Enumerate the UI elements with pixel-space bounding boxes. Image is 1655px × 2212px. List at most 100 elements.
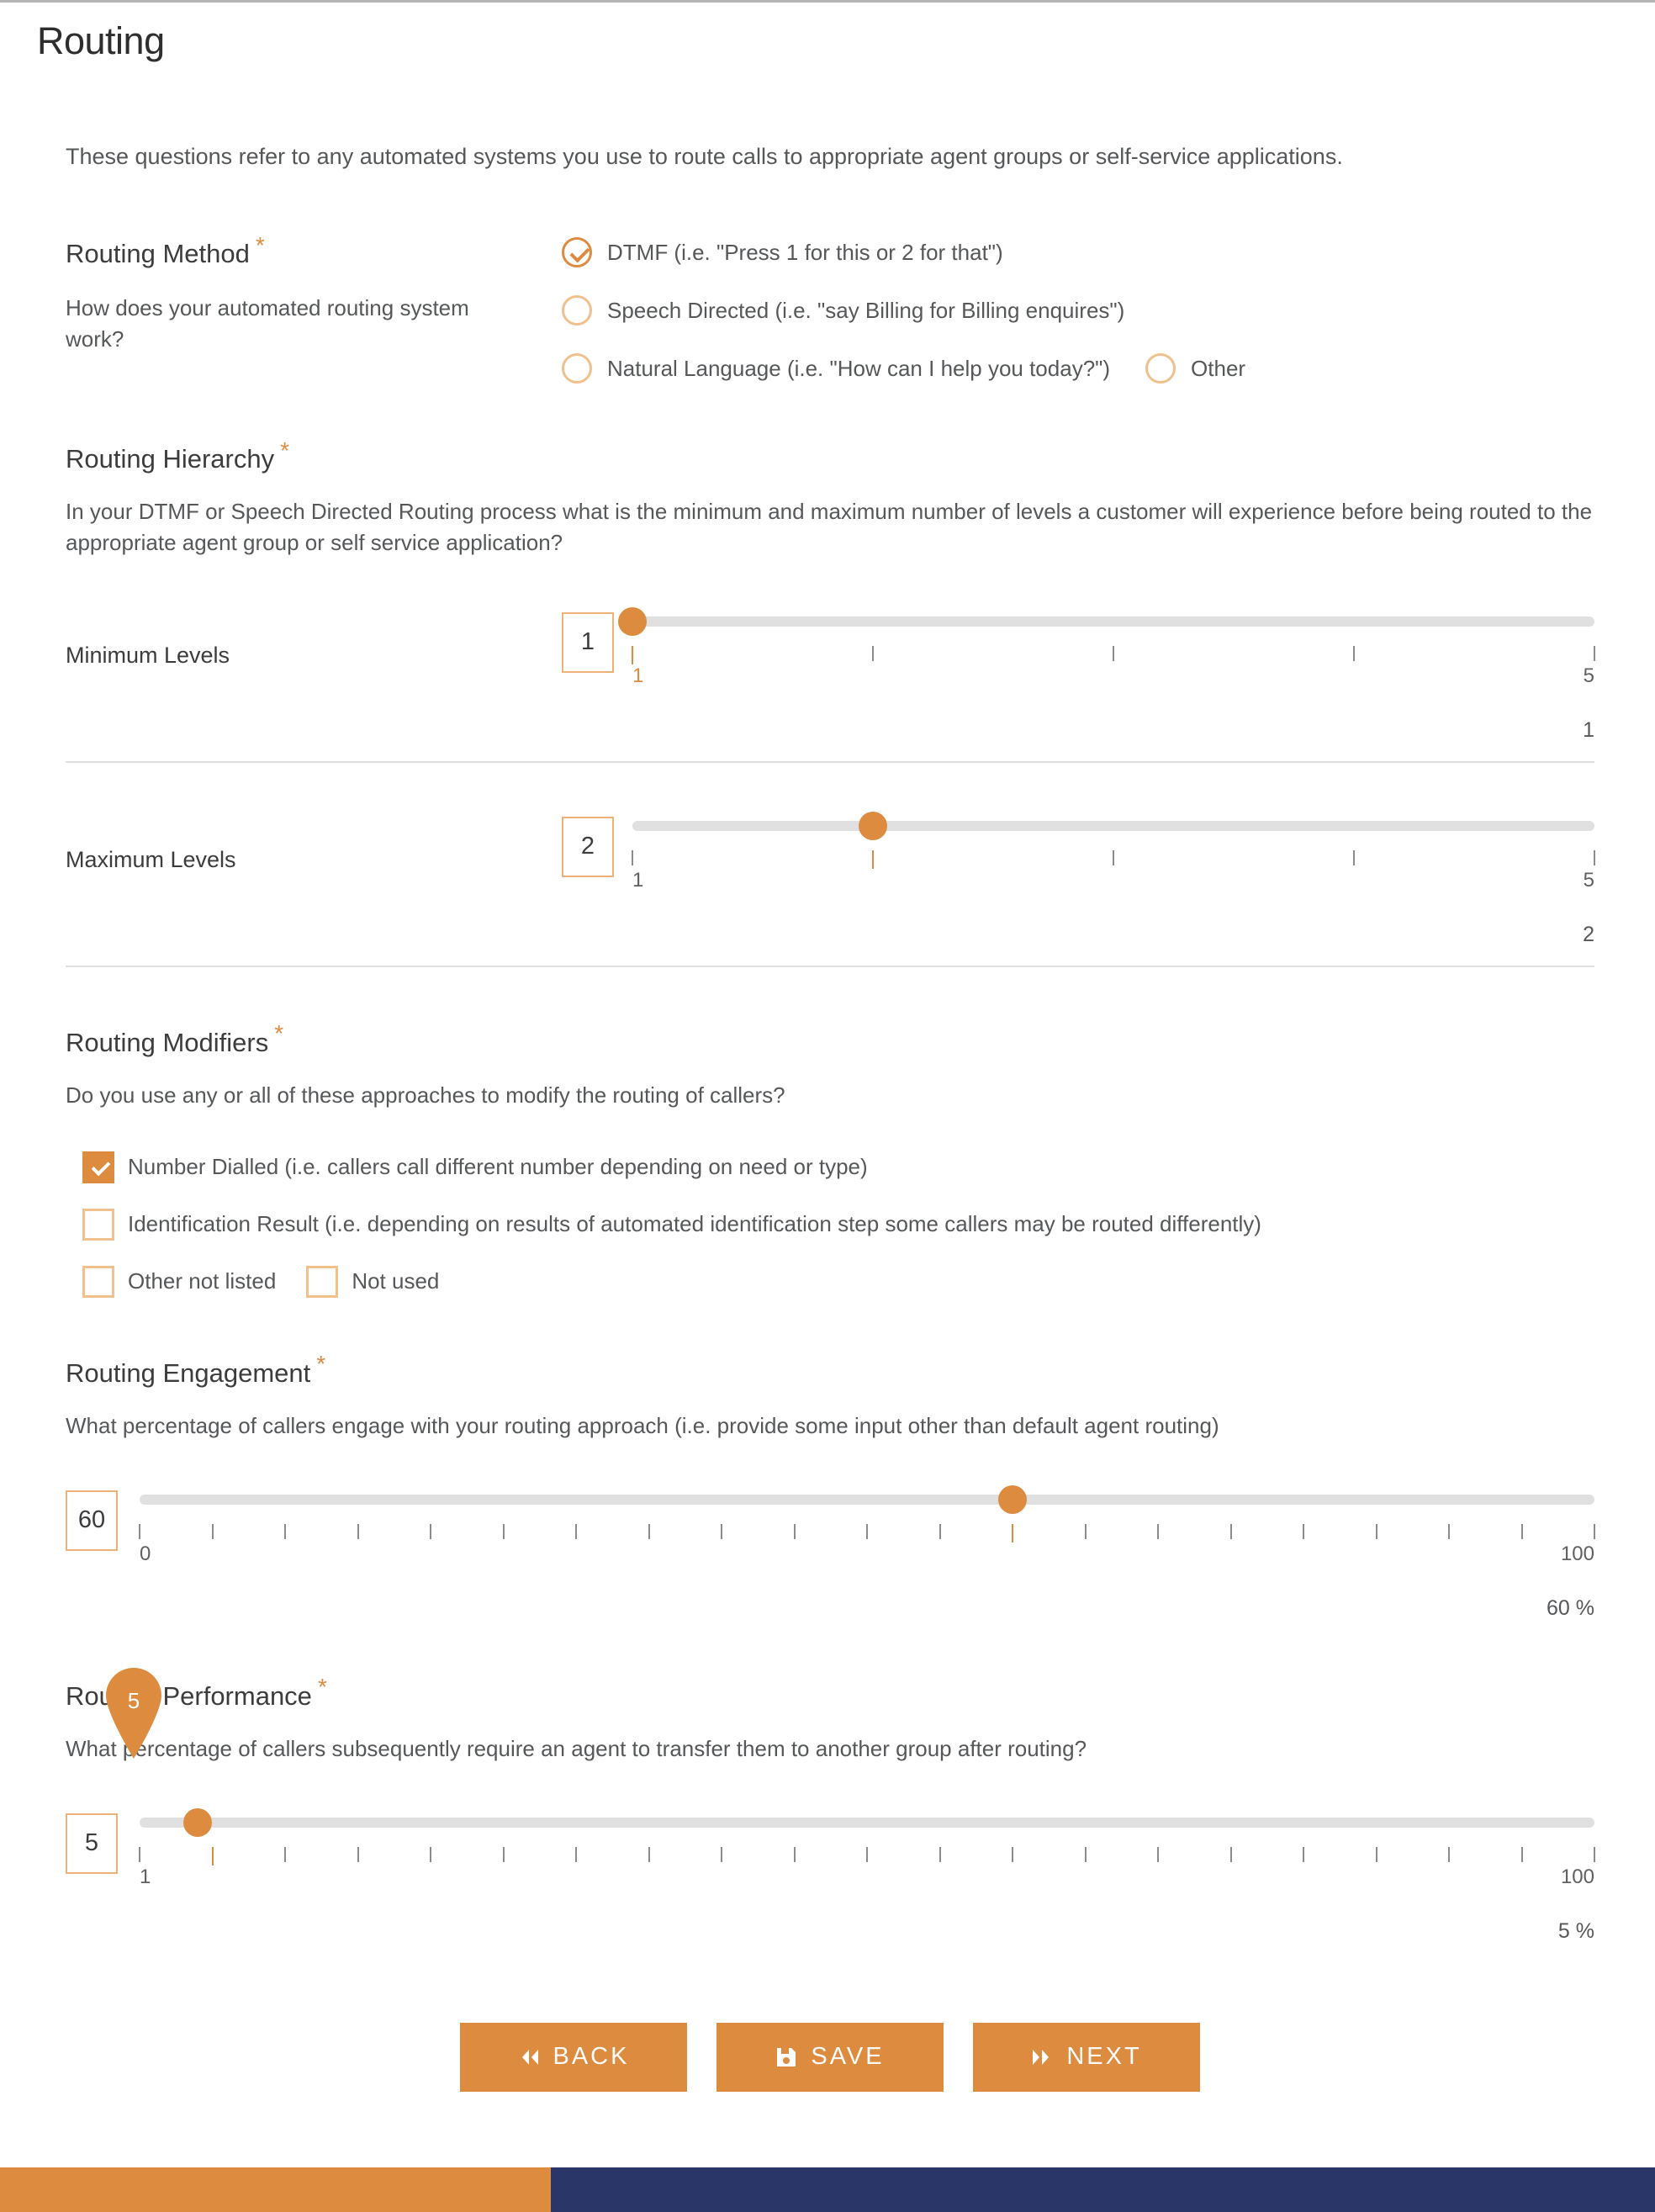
tick-label-min: 1 bbox=[632, 664, 644, 687]
checkbox-unchecked-icon[interactable] bbox=[82, 1208, 114, 1241]
routing-method-block: Routing Method * How does your automated … bbox=[66, 233, 1594, 384]
slider-tick bbox=[1353, 849, 1355, 865]
checkbox-option-not-used[interactable]: Not used bbox=[306, 1265, 439, 1298]
minimum-levels-track-area[interactable] bbox=[618, 602, 1594, 641]
routing-performance-sub: What percentage of callers subsequently … bbox=[66, 1735, 1087, 1761]
minimum-levels-label: Minimum Levels bbox=[66, 642, 230, 668]
checkbox-row-1: Number Dialled (i.e. callers call differ… bbox=[82, 1151, 1594, 1183]
slider-track[interactable] bbox=[632, 616, 1594, 627]
slider-track[interactable] bbox=[140, 1817, 1594, 1828]
slider-tick bbox=[357, 1846, 359, 1862]
routing-performance-heading-text: Routing Performance bbox=[66, 1680, 312, 1711]
radio-row-2: Speech Directed (i.e. "say Billing for B… bbox=[562, 295, 1594, 325]
slider-tick bbox=[1012, 1846, 1013, 1862]
slider-tick bbox=[721, 1846, 722, 1862]
slider-tick bbox=[575, 1523, 577, 1539]
slider-track[interactable] bbox=[632, 820, 1594, 831]
slider-tick bbox=[1229, 1846, 1232, 1862]
routing-engagement-sub: What percentage of callers engage with y… bbox=[66, 1412, 1219, 1438]
routing-modifiers-options: Number Dialled (i.e. callers call differ… bbox=[66, 1151, 1594, 1298]
tick-label-min: 0 bbox=[140, 1542, 151, 1565]
slider-tick bbox=[632, 849, 633, 865]
radio-option-speech-directed[interactable]: Speech Directed (i.e. "say Billing for B… bbox=[562, 295, 1124, 325]
slider-tick bbox=[1157, 1846, 1159, 1862]
routing-method-options: DTMF (i.e. "Press 1 for this or 2 for th… bbox=[562, 235, 1594, 384]
slider-tick bbox=[793, 1846, 796, 1862]
floppy-disk-save-icon bbox=[775, 2046, 797, 2068]
next-button[interactable]: NEXT bbox=[973, 2022, 1200, 2092]
slider-tick bbox=[502, 1523, 505, 1539]
radio-option-natural-language[interactable]: Natural Language (i.e. "How can I help y… bbox=[562, 353, 1110, 384]
radio-row-3: Natural Language (i.e. "How can I help y… bbox=[562, 353, 1594, 384]
routing-engagement-track-area[interactable] bbox=[140, 1480, 1594, 1519]
slider-tick bbox=[1157, 1523, 1159, 1539]
next-button-label: NEXT bbox=[1066, 2043, 1142, 2071]
required-asterisk-icon: * bbox=[274, 1020, 284, 1047]
slider-handle[interactable] bbox=[183, 1807, 213, 1837]
minimum-levels-value-input[interactable]: 1 bbox=[562, 611, 614, 673]
routing-engagement-value-input[interactable]: 60 bbox=[66, 1490, 118, 1551]
radio-option-natural-language-label: Natural Language (i.e. "How can I help y… bbox=[607, 355, 1111, 381]
routing-performance-track-area[interactable] bbox=[140, 1803, 1594, 1842]
slider-tick bbox=[1594, 849, 1595, 865]
routing-engagement-row: 60 0 100 60 % bbox=[66, 1480, 1595, 1621]
maximum-levels-track-area[interactable] bbox=[632, 807, 1594, 845]
intro-text: These questions refer to any automated s… bbox=[66, 144, 1343, 169]
slider-tick bbox=[1012, 1523, 1013, 1543]
slider-tick bbox=[648, 1846, 650, 1862]
routing-modifiers-heading-text: Routing Modifiers bbox=[66, 1027, 269, 1057]
slider-handle[interactable] bbox=[618, 606, 647, 636]
checkbox-unchecked-icon[interactable] bbox=[306, 1265, 339, 1298]
routing-engagement-readout: 60 % bbox=[1547, 1595, 1594, 1620]
slider-tick bbox=[357, 1523, 359, 1539]
slider-tick bbox=[872, 645, 874, 661]
section-divider bbox=[66, 760, 1594, 763]
routing-performance-readout: 5 % bbox=[1557, 1918, 1594, 1943]
maximum-levels-ticks bbox=[632, 849, 1595, 869]
routing-method-sub: How does your automated routing system w… bbox=[66, 295, 469, 352]
save-button[interactable]: SAVE bbox=[716, 2022, 944, 2092]
maximum-levels-slider[interactable]: 1 5 2 bbox=[632, 807, 1595, 947]
routing-engagement-slider[interactable]: 0 100 60 % bbox=[139, 1480, 1595, 1621]
radio-unchecked-icon[interactable] bbox=[562, 353, 592, 384]
radio-option-other[interactable]: Other bbox=[1145, 353, 1245, 384]
section-divider bbox=[66, 965, 1594, 967]
checkbox-option-identification-result[interactable]: Identification Result (i.e. depending on… bbox=[82, 1208, 1261, 1241]
checkbox-checked-icon[interactable] bbox=[82, 1151, 114, 1183]
slider-handle[interactable] bbox=[998, 1484, 1027, 1514]
slider-tick bbox=[575, 1846, 577, 1862]
checkbox-unchecked-icon[interactable] bbox=[82, 1265, 114, 1298]
slider-handle[interactable] bbox=[859, 811, 887, 840]
routing-modifiers-section: Routing Modifiers * Do you use any or all… bbox=[66, 1022, 1594, 1298]
checkbox-option-other-not-listed[interactable]: Other not listed bbox=[82, 1265, 276, 1298]
page-title: Routing bbox=[37, 19, 165, 62]
slider-tick bbox=[648, 1523, 650, 1539]
radio-row-1: DTMF (i.e. "Press 1 for this or 2 for th… bbox=[562, 237, 1594, 267]
footer-bar bbox=[0, 2167, 1655, 2212]
minimum-levels-slider[interactable]: 1 5 1 bbox=[618, 602, 1595, 743]
minimum-levels-tick-labels: 1 5 bbox=[632, 664, 1594, 693]
slider-tick bbox=[284, 1846, 286, 1862]
checkbox-row-2: Identification Result (i.e. depending on… bbox=[82, 1208, 1594, 1241]
radio-checked-icon[interactable] bbox=[562, 237, 592, 267]
radio-unchecked-icon[interactable] bbox=[562, 295, 592, 325]
slider-tick bbox=[793, 1523, 796, 1539]
radio-unchecked-icon[interactable] bbox=[1145, 353, 1176, 384]
form-content: These questions refer to any automated s… bbox=[0, 144, 1655, 2092]
routing-engagement-heading: Routing Engagement * bbox=[66, 1352, 325, 1389]
maximum-levels-value-input[interactable]: 2 bbox=[562, 816, 614, 877]
back-button[interactable]: BACK bbox=[460, 2022, 687, 2092]
slider-tick bbox=[872, 849, 874, 869]
minimum-levels-row: Minimum Levels 1 1 5 1 bbox=[66, 602, 1595, 743]
slider-tick bbox=[1594, 645, 1595, 661]
routing-hierarchy-section: Routing Hierarchy * In your DTMF or Speec… bbox=[66, 438, 1595, 967]
radio-option-dtmf[interactable]: DTMF (i.e. "Press 1 for this or 2 for th… bbox=[562, 237, 1003, 267]
slider-tick bbox=[866, 1523, 868, 1539]
routing-method-heading: Routing Method * bbox=[66, 233, 265, 269]
routing-performance-value-input[interactable]: 5 bbox=[66, 1812, 118, 1874]
checkbox-option-number-dialled[interactable]: Number Dialled (i.e. callers call differ… bbox=[82, 1151, 868, 1183]
routing-performance-row: 5 1 100 5 % bbox=[66, 1803, 1595, 1944]
routing-method-labels: Routing Method * How does your automated … bbox=[66, 233, 562, 355]
slider-track[interactable] bbox=[140, 1494, 1594, 1505]
routing-performance-slider[interactable]: 1 100 5 % bbox=[139, 1803, 1595, 1944]
